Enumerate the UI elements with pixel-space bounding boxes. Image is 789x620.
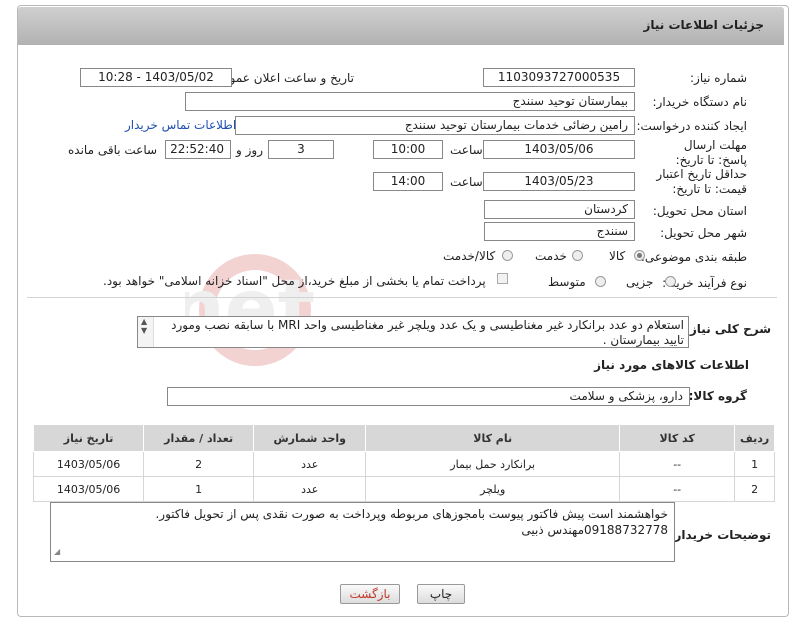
cell-name: برانکارد حمل بیمار <box>365 451 621 477</box>
col-qty: تعداد / مقدار <box>143 424 255 452</box>
contact-link[interactable]: اطلاعات تماس خریدار <box>125 118 236 132</box>
province-label: استان محل تحویل: <box>652 204 747 218</box>
table-row[interactable]: 1 -- برانکارد حمل بیمار عدد 2 1403/05/06 <box>32 451 775 477</box>
validity-time-field[interactable]: 14:00 <box>373 172 443 191</box>
buyer-notes-line1: خواهشمند است پیش فاکتور پیوست بامجوزهای … <box>155 507 668 521</box>
cell-code: -- <box>619 451 736 477</box>
purchase-option-medium: متوسط <box>548 275 586 289</box>
cell-qty: 1 <box>143 476 255 502</box>
cell-unit: عدد <box>253 476 367 502</box>
days-label: روز و <box>236 143 263 157</box>
cell-date: 1403/05/06 <box>32 476 145 502</box>
goods-group-field[interactable]: دارو، پزشکی و سلامت <box>167 387 690 406</box>
cell-name: ویلچر <box>365 476 621 502</box>
province-field[interactable]: کردستان <box>484 200 635 219</box>
deadline-label: مهلت ارسال پاسخ: تا تاریخ: <box>675 138 747 167</box>
category-radio-goods[interactable] <box>634 250 645 261</box>
buyer-notes-textarea[interactable]: خواهشمند است پیش فاکتور پیوست بامجوزهای … <box>50 502 675 562</box>
remaining-label: ساعت باقی مانده <box>68 143 158 157</box>
summary-scrollbar[interactable]: ▲ ▼ <box>138 317 154 347</box>
purchase-option-minor: جزیی <box>626 275 654 289</box>
cell-unit: عدد <box>253 451 367 477</box>
deadline-time-label: ساعت <box>450 143 483 157</box>
purchase-radio-medium[interactable] <box>595 276 606 287</box>
col-date: تاریخ نیاز <box>32 424 145 452</box>
purchase-note: پرداخت تمام یا بخشی از مبلغ خرید،از محل … <box>103 274 486 288</box>
summary-text: استعلام دو عدد برانکارد غیر مغناطیسی و ی… <box>171 318 684 347</box>
cell-qty: 2 <box>143 451 255 477</box>
cell-date: 1403/05/06 <box>32 451 145 477</box>
cell-row: 1 <box>734 451 775 477</box>
requester-label: ایجاد کننده درخواست: <box>636 119 747 133</box>
col-code: کد کالا <box>619 424 736 452</box>
days-field[interactable]: 3 <box>268 140 334 159</box>
category-option-service: خدمت <box>535 249 567 263</box>
category-label: طبقه بندی موضوعی: <box>640 250 747 264</box>
divider <box>27 297 777 298</box>
validity-time-label: ساعت <box>450 175 483 189</box>
cell-code: -- <box>619 476 736 502</box>
city-field[interactable]: سنندج <box>484 222 635 241</box>
category-option-both: کالا/خدمت <box>443 249 496 263</box>
goods-table: ردیف کد کالا نام کالا واحد شمارش تعداد /… <box>32 424 775 502</box>
summary-textarea[interactable]: استعلام دو عدد برانکارد غیر مغناطیسی و ی… <box>137 316 689 348</box>
category-option-goods: کالا <box>609 249 626 263</box>
summary-label: شرح کلی نیاز: <box>685 322 771 336</box>
deadline-time-field[interactable]: 10:00 <box>373 140 443 159</box>
back-button[interactable]: بازگشت <box>340 584 400 604</box>
buyer-org-label: نام دستگاه خریدار: <box>652 95 748 109</box>
goods-group-label: گروه کالا: <box>688 389 747 403</box>
print-button[interactable]: چاپ <box>417 584 465 604</box>
col-unit: واحد شمارش <box>253 424 367 452</box>
goods-section-title: اطلاعات کالاهای مورد نیاز <box>594 358 749 372</box>
need-number-label: شماره نیاز: <box>690 71 747 85</box>
scroll-down-icon[interactable]: ▼ <box>141 326 147 335</box>
col-name: نام کالا <box>365 424 621 452</box>
page-title: جزئیات اطلاعات نیاز <box>643 18 764 32</box>
remaining-time-field[interactable]: 22:52:40 <box>165 140 231 159</box>
purchase-radio-minor[interactable] <box>665 276 676 287</box>
table-header-row: ردیف کد کالا نام کالا واحد شمارش تعداد /… <box>32 424 775 452</box>
city-label: شهر محل تحویل: <box>660 226 747 240</box>
buyer-org-field[interactable]: بیمارستان توحید سنندج <box>185 92 635 111</box>
buyer-notes-label: توضیحات خریدار: <box>669 528 771 542</box>
treasury-checkbox[interactable] <box>497 273 508 284</box>
panel-header: جزئیات اطلاعات نیاز <box>18 7 784 45</box>
resize-grip-icon[interactable]: ◢ <box>54 544 60 560</box>
buyer-notes-line2: 09188732778مهندس ذبیی <box>521 523 668 537</box>
cell-row: 2 <box>734 476 775 502</box>
col-row: ردیف <box>734 424 775 452</box>
announce-field[interactable]: 1403/05/02 - 10:28 <box>80 68 232 87</box>
category-radio-service[interactable] <box>572 250 583 261</box>
need-number-field[interactable]: 1103093727000535 <box>483 68 635 87</box>
table-row[interactable]: 2 -- ویلچر عدد 1 1403/05/06 <box>32 476 775 502</box>
validity-label: حداقل تاریخ اعتبار قیمت: تا تاریخ: <box>656 167 747 196</box>
deadline-date-field[interactable]: 1403/05/06 <box>483 140 635 159</box>
category-radio-both[interactable] <box>502 250 513 261</box>
requester-field[interactable]: رامین رضائی خدمات بیمارستان توحید سنندج <box>235 116 635 135</box>
scroll-up-icon[interactable]: ▲ <box>141 317 147 326</box>
validity-date-field[interactable]: 1403/05/23 <box>483 172 635 191</box>
